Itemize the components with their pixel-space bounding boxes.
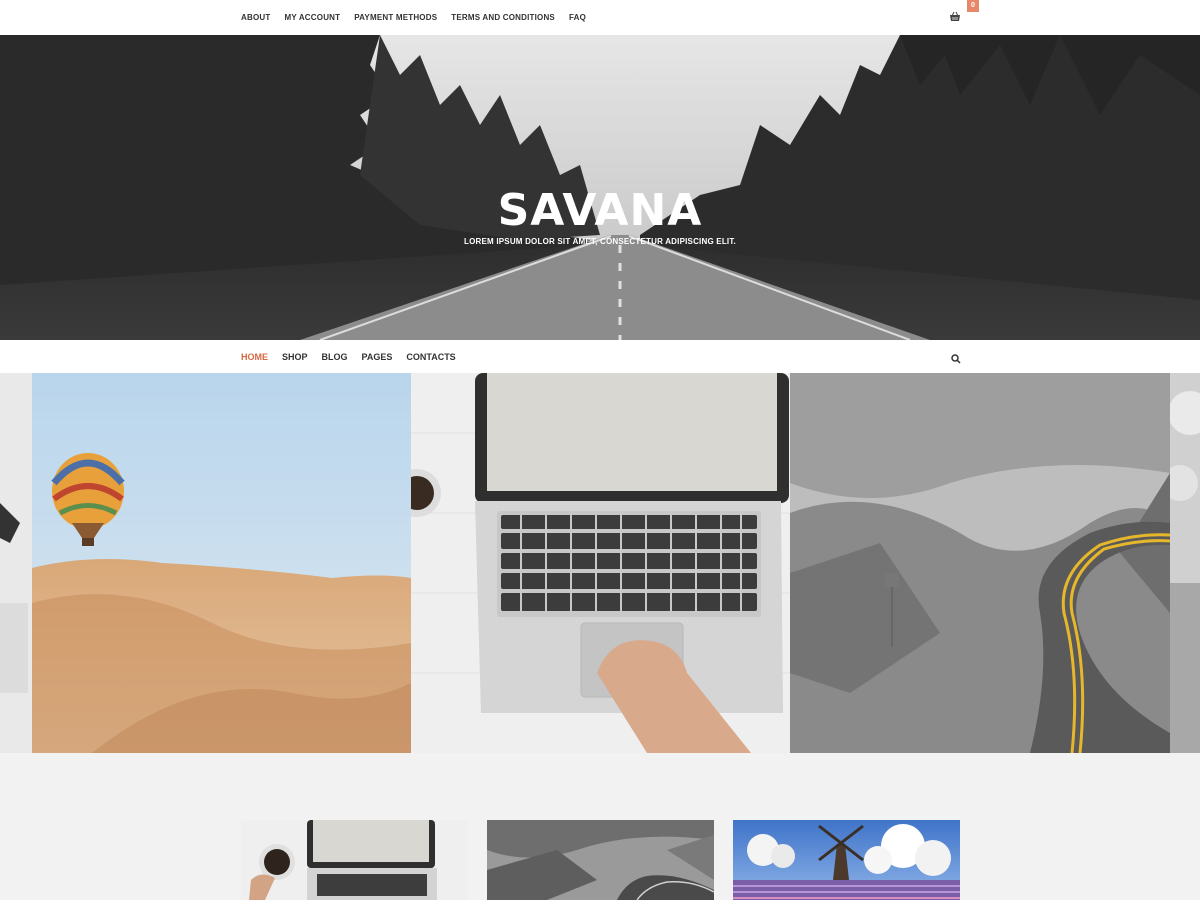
top-nav-terms[interactable]: TERMS AND CONDITIONS xyxy=(451,13,555,22)
slide-laptop[interactable] xyxy=(411,373,790,753)
slide-desert-balloon[interactable] xyxy=(32,373,411,753)
main-nav: HOME SHOP BLOG PAGES CONTACTS xyxy=(241,340,456,373)
top-nav: ABOUT MY ACCOUNT PAYMENT METHODS TERMS A… xyxy=(241,0,586,35)
top-nav-faq[interactable]: FAQ xyxy=(569,13,586,22)
search-icon[interactable] xyxy=(951,351,961,364)
hero-banner: SAVANA LOREM IPSUM DOLOR SIT AMET, CONSE… xyxy=(0,35,1200,340)
main-nav-shop[interactable]: SHOP xyxy=(282,352,308,362)
main-nav-blog[interactable]: BLOG xyxy=(322,352,348,362)
site-tagline: LOREM IPSUM DOLOR SIT AMET, CONSECTETUR … xyxy=(464,237,736,246)
post-card-laptop[interactable] xyxy=(241,820,468,900)
main-nav-bar: HOME SHOP BLOG PAGES CONTACTS xyxy=(0,340,1200,373)
top-nav-payment-methods[interactable]: PAYMENT METHODS xyxy=(354,13,437,22)
post-card-windmill[interactable] xyxy=(733,820,960,900)
slide-partial-right[interactable] xyxy=(1170,373,1200,753)
slide-winding-road[interactable] xyxy=(790,373,1170,753)
top-nav-about[interactable]: ABOUT xyxy=(241,13,270,22)
slide-partial-left[interactable] xyxy=(0,373,32,753)
featured-slider[interactable] xyxy=(0,373,1200,753)
top-nav-my-account[interactable]: MY ACCOUNT xyxy=(284,13,340,22)
main-nav-pages[interactable]: PAGES xyxy=(362,352,393,362)
main-nav-contacts[interactable]: CONTACTS xyxy=(406,352,455,362)
site-title[interactable]: SAVANA xyxy=(0,185,1200,236)
top-bar: ABOUT MY ACCOUNT PAYMENT METHODS TERMS A… xyxy=(0,0,1200,35)
main-nav-home[interactable]: HOME xyxy=(241,352,268,362)
basket-icon[interactable] xyxy=(949,10,961,22)
cart-count-badge[interactable]: 0 xyxy=(967,0,979,12)
post-card-road[interactable] xyxy=(487,820,714,900)
post-cards xyxy=(241,820,961,900)
